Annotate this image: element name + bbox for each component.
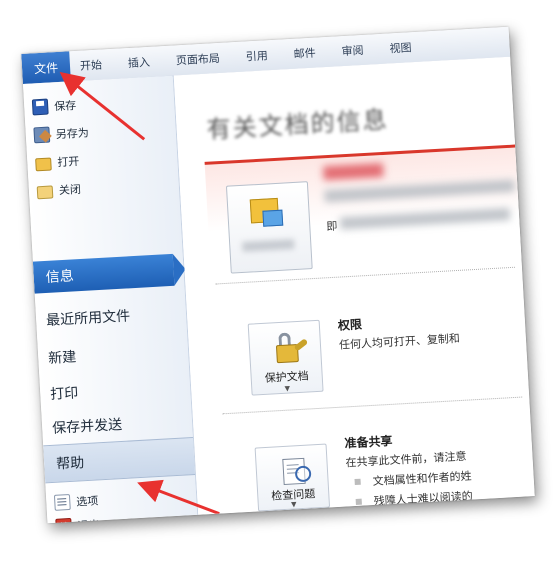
annotation-arrows bbox=[59, 71, 220, 516]
arrow-to-options bbox=[137, 479, 220, 516]
arrow-to-file-tab bbox=[59, 71, 146, 141]
word-backstage-window: 文件 开始 插入 页面布局 引用 邮件 审阅 视图 保存 另存为 打开 关闭 信… bbox=[21, 26, 535, 524]
